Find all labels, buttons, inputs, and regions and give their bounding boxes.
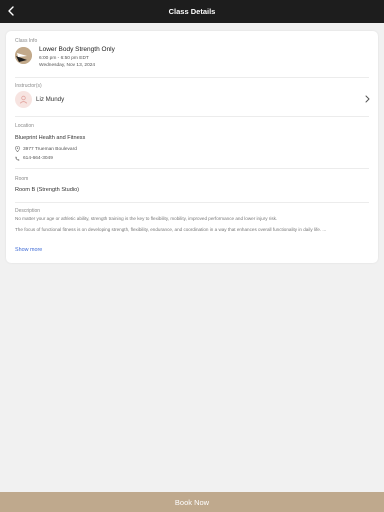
class-name: Lower Body Strength Only: [39, 46, 115, 53]
description-paragraph: No matter your age or athletic ability, …: [15, 216, 278, 221]
instructor-name: Liz Mundy: [36, 96, 65, 103]
avatar: [15, 91, 32, 108]
phone-icon: [15, 156, 20, 161]
location-address: 3977 Trueman Boulevard: [23, 146, 77, 152]
top-bar: Class Details: [0, 0, 384, 23]
room-name: Room B (Strength Studio): [15, 187, 80, 193]
room-label: Room: [15, 176, 29, 182]
studio-logo: [15, 47, 32, 64]
class-date: Wednesday, Nov 13, 2024: [39, 63, 96, 68]
divider: [15, 77, 369, 78]
description-label: Description: [15, 208, 41, 214]
location-phone: 614-664-3049: [23, 156, 53, 161]
location-name: Blueprint Health and Fitness: [15, 135, 86, 141]
address-line: 3977 Trueman Boulevard: [15, 146, 77, 152]
class-time: 6:00 pm - 6:50 pm EDT: [39, 56, 89, 61]
instructors-label: Instructor(s): [15, 83, 42, 89]
book-now-button[interactable]: Book Now: [0, 492, 384, 512]
class-details-card: Class Info Lower Body Strength Only 6:00…: [6, 31, 378, 263]
person-icon: [19, 95, 28, 104]
chevron-left-icon: [8, 6, 14, 16]
instructor-row[interactable]: Liz Mundy: [15, 91, 372, 108]
page-title: Class Details: [168, 7, 216, 16]
map-pin-icon: [15, 146, 20, 152]
logo-mark-icon: [15, 47, 32, 64]
class-info-label: Class Info: [15, 38, 38, 44]
divider: [15, 202, 369, 203]
show-more-link[interactable]: Show more: [15, 247, 42, 253]
divider: [15, 116, 369, 117]
phone-line[interactable]: 614-664-3049: [15, 156, 53, 161]
chevron-right-icon: [365, 95, 370, 103]
location-label: Location: [15, 123, 34, 129]
description-paragraph: The focus of functional fitness is on de…: [15, 227, 327, 232]
back-button[interactable]: [4, 4, 18, 18]
divider: [15, 168, 369, 169]
